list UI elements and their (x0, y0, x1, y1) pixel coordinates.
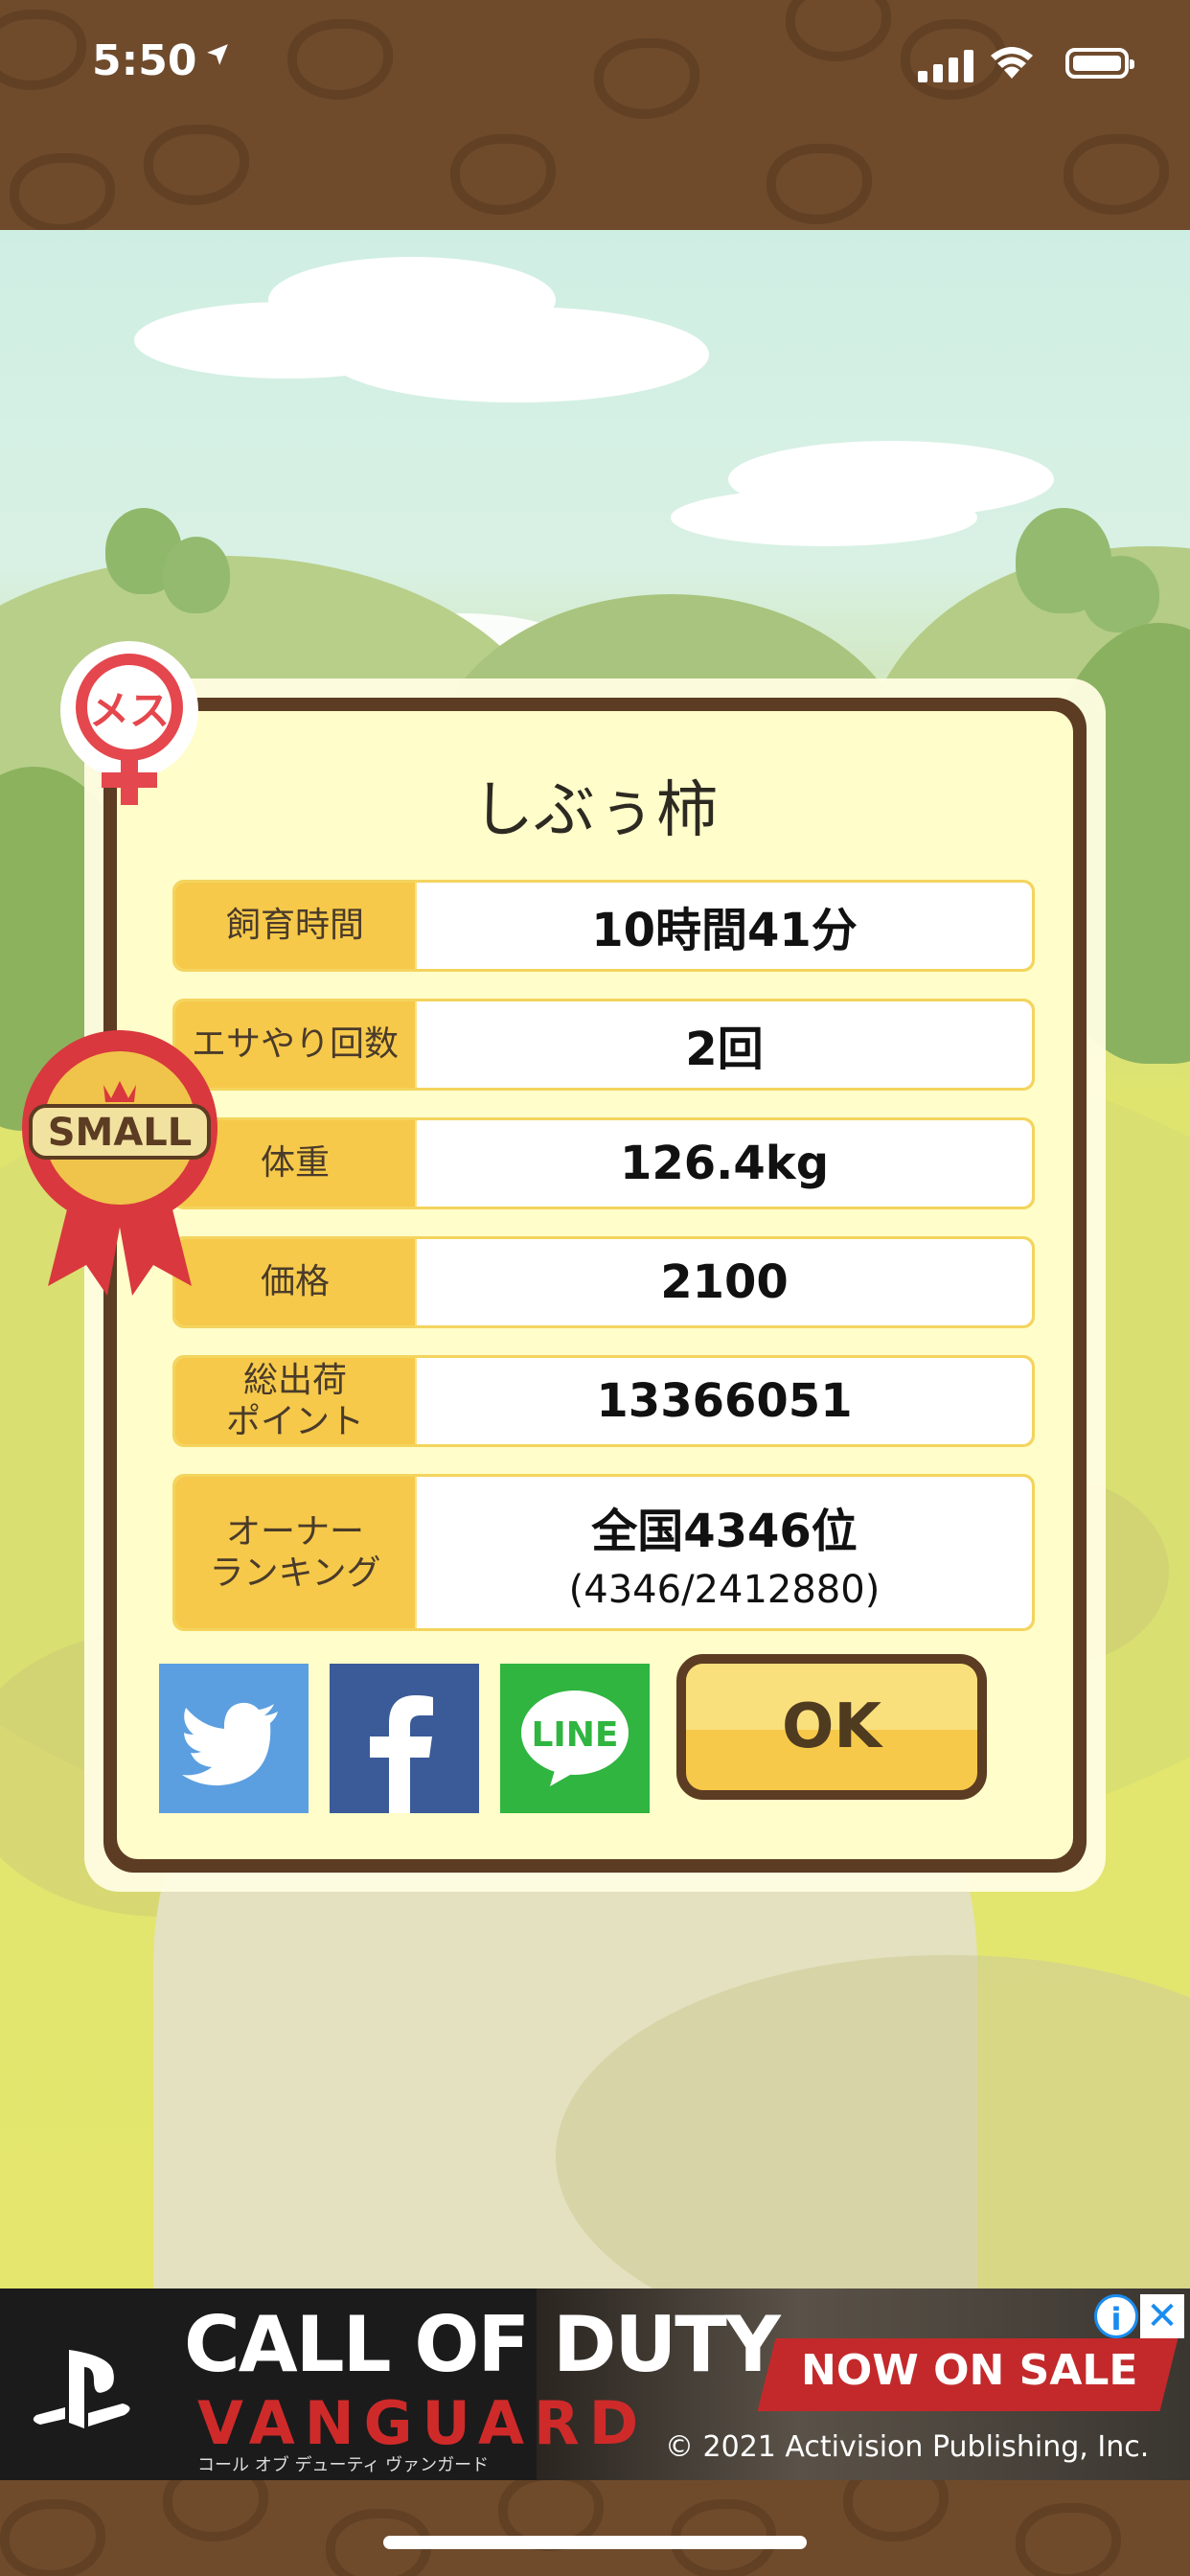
ad-close-icon[interactable]: ✕ (1140, 2294, 1184, 2338)
ranking-detail: (4346/2412880) (568, 1568, 881, 1612)
twitter-share-button[interactable] (159, 1664, 309, 1813)
row-value: 13366051 (417, 1358, 1032, 1444)
facebook-share-button[interactable] (330, 1664, 479, 1813)
line-icon-label: LINE (531, 1715, 618, 1755)
size-ribbon-icon: SMALL (22, 1030, 217, 1296)
dialog-panel: しぶぅ柿 飼育時間 10時間41分 エサやり回数 2回 体重 126.4kg 価… (117, 711, 1073, 1859)
row-value-text: 13366051 (596, 1374, 853, 1428)
ad-title-line2: VANGUARD (197, 2388, 649, 2458)
ok-button[interactable]: OK (676, 1654, 987, 1800)
pig-name-title: しぶぅ柿 (472, 775, 718, 846)
info-row-price: 価格 2100 (172, 1236, 1035, 1328)
row-value: 2回 (417, 1001, 1032, 1088)
row-value: 126.4kg (417, 1120, 1032, 1207)
line-share-button[interactable]: LINE (500, 1664, 650, 1813)
ok-button-label: OK (782, 1691, 881, 1762)
size-label: SMALL (48, 1111, 193, 1155)
twitter-icon (182, 1702, 278, 1786)
info-row-owner-ranking: オーナー ランキング 全国4346位 (4346/2412880) (172, 1474, 1035, 1631)
row-label: オーナー ランキング (175, 1477, 415, 1628)
ad-title-line1: CALL OF DUTY (184, 2300, 781, 2389)
row-value-text: 2100 (660, 1255, 789, 1309)
ad-title-katakana: コール オブ デューティ ヴァンガード (197, 2455, 490, 2475)
row-value: 10時間41分 (417, 883, 1032, 969)
row-label: 総出荷 ポイント (175, 1358, 415, 1444)
result-dialog: しぶぅ柿 飼育時間 10時間41分 エサやり回数 2回 体重 126.4kg 価… (103, 698, 1087, 1873)
row-label: 飼育時間 (175, 883, 415, 969)
row-value: 2100 (417, 1239, 1032, 1325)
info-row-raising-time: 飼育時間 10時間41分 (172, 880, 1035, 972)
bottom-pattern-background (0, 2480, 1190, 2576)
gender-label: メス (89, 687, 170, 734)
ad-info-icon[interactable]: i (1094, 2294, 1138, 2338)
home-indicator[interactable] (383, 2536, 807, 2549)
info-row-feed-count: エサやり回数 2回 (172, 999, 1035, 1091)
line-icon: LINE (521, 1690, 629, 1786)
row-value-text: 2回 (685, 1023, 764, 1076)
row-value-text: 全国4346位 (591, 1505, 858, 1558)
battery-icon (1065, 48, 1134, 79)
row-value-text: 10時間41分 (591, 904, 858, 957)
cellular-signal-icon (918, 50, 973, 82)
info-row-weight: 体重 126.4kg (172, 1117, 1035, 1209)
facebook-icon (370, 1695, 433, 1813)
status-bar: 5:50 (0, 0, 1190, 134)
location-icon (207, 44, 228, 65)
row-value-text: 126.4kg (619, 1137, 830, 1190)
female-badge-icon: メス (60, 641, 198, 805)
advertisement-banner[interactable]: CALL OF DUTY VANGUARD コール オブ デューティ ヴァンガー… (0, 2288, 1190, 2480)
playstation-logo-icon (33, 2350, 130, 2428)
wifi-icon (991, 47, 1033, 79)
info-row-shipment-points: 総出荷 ポイント 13366051 (172, 1355, 1035, 1447)
row-value: 全国4346位 (4346/2412880) (417, 1477, 1032, 1628)
status-time: 5:50 (92, 36, 197, 85)
ad-copyright: © 2021 Activision Publishing, Inc. (665, 2430, 1150, 2464)
ad-sale-text: NOW ON SALE (801, 2346, 1138, 2395)
